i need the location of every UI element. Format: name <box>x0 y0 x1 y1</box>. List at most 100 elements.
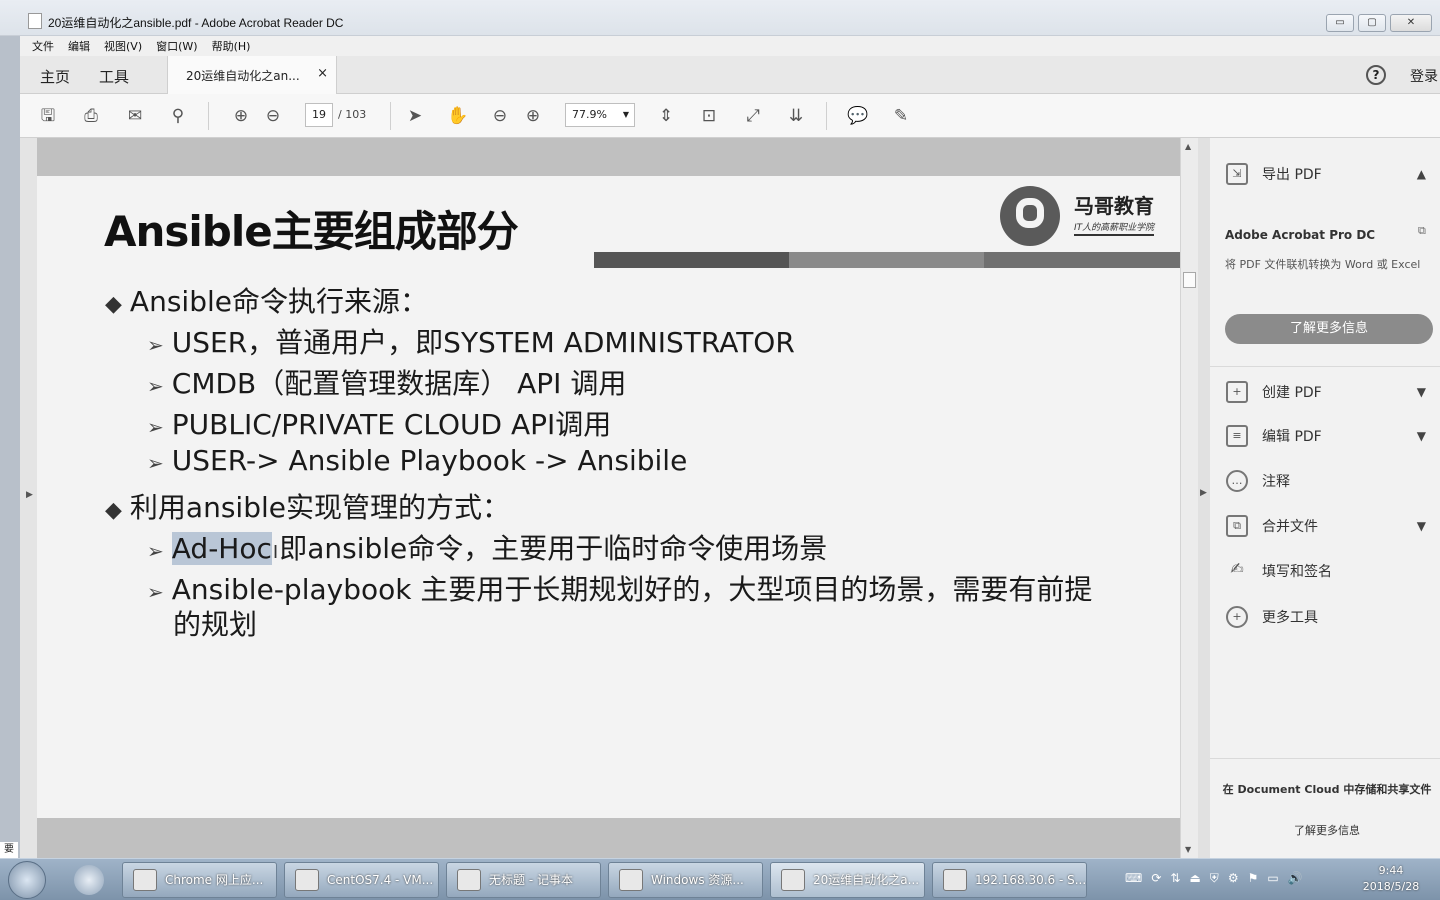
export-pdf-icon: ⇲ <box>1226 163 1248 185</box>
system-tray: ⌨ ⟳ ⇅ ⏏ ⛨ ⚙ ⚑ ▭ 🔊 <box>1125 871 1303 886</box>
sign-icon[interactable]: ✎ <box>889 104 913 128</box>
more-tools-item[interactable]: + 更多工具 <box>1226 604 1426 630</box>
clock[interactable]: 9:44 2018/5/28 <box>1356 863 1426 895</box>
scrollbar-thumb[interactable] <box>1183 272 1196 288</box>
tab-close-icon[interactable]: × <box>317 66 328 81</box>
page-down-icon[interactable]: ⊖ <box>261 104 285 128</box>
taskbar-item[interactable]: 无标题 - 记事本 <box>446 862 601 898</box>
fit-width-icon[interactable]: ⊡ <box>697 104 721 128</box>
sub-item-text: Ansible-playbook 主要用于长期规划好的，大型项目的场景，需要有前… <box>171 573 1093 606</box>
right-panel-toggle[interactable]: ▶ <box>1198 138 1210 858</box>
menu-view[interactable]: 视图(V) <box>104 38 142 54</box>
tab-bar: 主页 工具 20运维自动化之an... × ? 登录 <box>20 56 1440 94</box>
taskbar-item-label: 192.168.30.6 - S... <box>975 873 1087 887</box>
ie-icon[interactable] <box>74 865 104 895</box>
taskbar-item[interactable]: Chrome 网上应... <box>122 862 277 898</box>
tab-tools[interactable]: 工具 <box>99 66 129 87</box>
tab-home[interactable]: 主页 <box>40 66 70 87</box>
background-window-stub: 要 <box>0 842 18 858</box>
diamond-bullet-icon: ◆ <box>105 498 122 523</box>
window-title: 20运维自动化之ansible.pdf - Adobe Acrobat Read… <box>48 16 344 30</box>
chevron-down-icon[interactable]: ▼ <box>1417 385 1426 399</box>
help-icon[interactable]: ? <box>1366 65 1386 85</box>
fullscreen-icon[interactable]: ⤢ <box>741 104 765 128</box>
scroll-down-icon[interactable]: ▼ <box>1185 845 1191 854</box>
arrow-bullet-icon: ➢ <box>147 415 164 439</box>
comment-icon[interactable]: 💬 <box>846 104 870 128</box>
usb-icon[interactable]: ⏏ <box>1189 871 1200 886</box>
search-icon[interactable]: ⚲ <box>166 104 190 128</box>
combine-files-item[interactable]: ⧉ 合并文件 ▼ <box>1226 513 1426 539</box>
print-icon[interactable]: ⎙ <box>79 104 103 128</box>
zoom-select[interactable]: 77.9% ▼ <box>565 103 635 127</box>
toolbar-separator <box>390 102 391 130</box>
scroll-up-icon[interactable]: ▲ <box>1185 142 1191 151</box>
promo-title: Adobe Acrobat Pro DC <box>1225 228 1376 242</box>
fill-sign-item[interactable]: ✍ 填写和签名 <box>1226 558 1426 584</box>
comment-item[interactable]: … 注释 <box>1226 468 1426 494</box>
left-panel-toggle-icon[interactable]: ▶ <box>26 490 33 500</box>
select-cursor-icon[interactable]: ➤ <box>403 104 427 128</box>
fit-page-icon[interactable]: ⇕ <box>654 104 678 128</box>
chevron-down-icon[interactable]: ▼ <box>1417 429 1426 443</box>
selected-text[interactable]: Ad-Hoc <box>171 532 272 565</box>
flag-icon[interactable]: ⚑ <box>1248 871 1259 886</box>
start-button[interactable] <box>8 861 46 899</box>
chevron-down-icon[interactable]: ▼ <box>1417 519 1426 533</box>
taskbar-item-active[interactable]: 20运维自动化之a... <box>770 862 925 898</box>
zoom-out-icon[interactable]: ⊖ <box>488 104 512 128</box>
arrow-bullet-icon: ➢ <box>147 451 164 475</box>
save-icon[interactable]: 🖫 <box>36 104 60 128</box>
chevron-down-icon: ▼ <box>622 110 629 119</box>
minimize-button[interactable]: ▭ <box>1326 14 1354 32</box>
bullet-text: Ansible命令执行来源： <box>129 285 428 318</box>
taskbar-item-label: 无标题 - 记事本 <box>489 873 573 887</box>
create-pdf-item[interactable]: + 创建 PDF ▼ <box>1226 379 1426 405</box>
page-up-icon[interactable]: ⊕ <box>229 104 253 128</box>
monitor-icon[interactable]: ▭ <box>1267 871 1278 886</box>
document-cloud-link[interactable]: 了解更多信息 <box>1222 822 1432 838</box>
clock-time: 9:44 <box>1378 864 1404 877</box>
close-button[interactable]: ✕ <box>1390 14 1432 32</box>
taskbar-item[interactable]: Windows 资源... <box>608 862 763 898</box>
scroll-mode-icon[interactable]: ⇊ <box>784 104 808 128</box>
sub-item-text: PUBLIC/PRIVATE CLOUD API调用 <box>171 408 612 441</box>
tab-document[interactable]: 20运维自动化之an... × <box>167 56 337 94</box>
zoom-in-icon[interactable]: ⊕ <box>521 104 545 128</box>
shield-icon[interactable]: ⛨ <box>1210 871 1219 886</box>
hand-icon[interactable]: ✋ <box>446 104 470 128</box>
edit-pdf-label: 编辑 PDF <box>1262 429 1322 445</box>
chevron-up-icon[interactable]: ▲ <box>1417 167 1426 181</box>
logo-name: 马哥教育 <box>1074 194 1154 218</box>
terminal-icon <box>943 869 967 891</box>
network-icon[interactable]: ⇅ <box>1170 871 1180 886</box>
menu-help[interactable]: 帮助(H) <box>212 38 251 54</box>
volume-icon[interactable]: 🔊 <box>1288 871 1303 886</box>
menu-file[interactable]: 文件 <box>32 38 54 54</box>
edit-pdf-item[interactable]: ≡ 编辑 PDF ▼ <box>1226 423 1426 449</box>
menu-window[interactable]: 窗口(W) <box>156 38 197 54</box>
taskbar-item-label: 20运维自动化之a... <box>813 873 920 887</box>
login-link[interactable]: 登录 <box>1410 66 1438 86</box>
arrow-bullet-icon: ➢ <box>147 539 164 563</box>
vertical-scrollbar[interactable]: ▲ ▼ <box>1180 138 1198 858</box>
menu-edit[interactable]: 编辑 <box>68 38 90 54</box>
keyboard-icon[interactable]: ⌨ <box>1125 871 1142 886</box>
vmware-icon <box>295 869 319 891</box>
taskbar-item[interactable]: CentOS7.4 - VM... <box>284 862 439 898</box>
sync-icon[interactable]: ⟳ <box>1151 871 1161 886</box>
gear-icon[interactable]: ⚙ <box>1228 871 1239 886</box>
learn-more-button[interactable]: 了解更多信息 <box>1225 314 1433 344</box>
page-total: / 103 <box>338 108 367 121</box>
sub-item-text: USER-> Ansible Playbook -> Ansibile <box>171 444 688 477</box>
taskbar-item[interactable]: 192.168.30.6 - S... <box>932 862 1087 898</box>
mail-icon[interactable]: ✉ <box>123 104 147 128</box>
clock-date: 2018/5/28 <box>1362 880 1420 893</box>
taskbar-item-label: Windows 资源... <box>651 873 744 887</box>
fill-sign-label: 填写和签名 <box>1262 564 1332 580</box>
sub-item-text: USER，普通用户，即SYSTEM ADMINISTRATOR <box>171 326 795 359</box>
page-number-input[interactable]: 19 <box>305 103 333 127</box>
pdf-page: Ansible主要组成部分 马哥教育 IT人的高薪职业学院 ◆ Ansible命令… <box>37 138 1180 858</box>
export-pdf-item[interactable]: ⇲ 导出 PDF ▲ <box>1226 161 1426 187</box>
maximize-button[interactable]: ▢ <box>1358 14 1386 32</box>
